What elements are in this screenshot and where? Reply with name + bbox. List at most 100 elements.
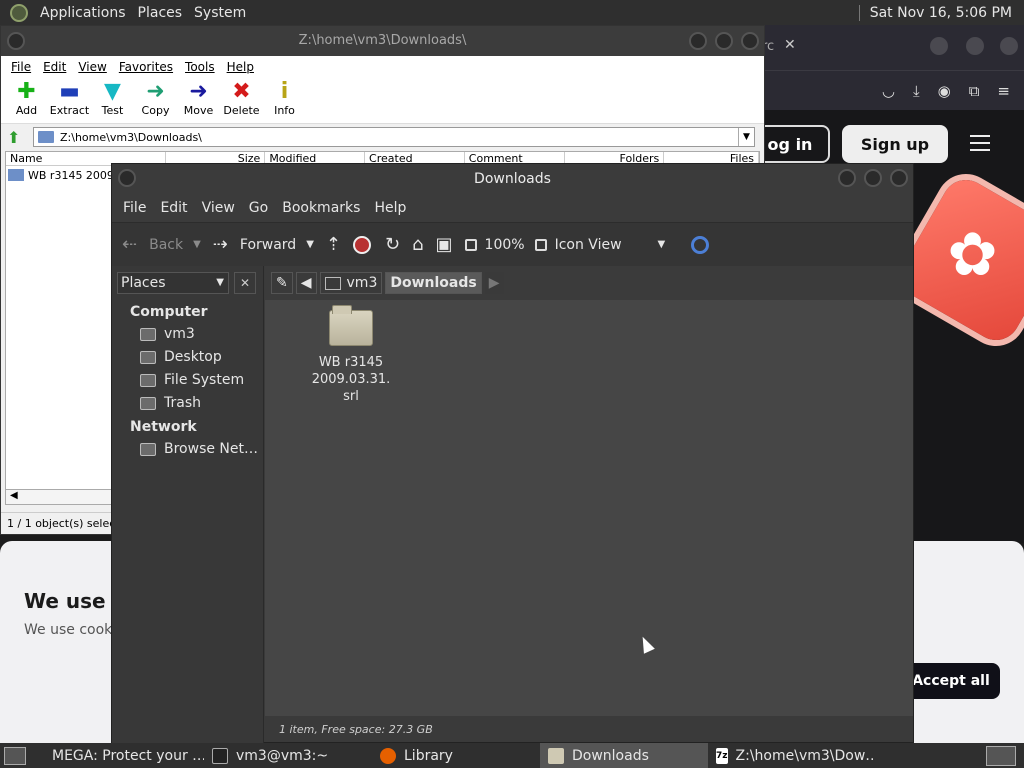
file-view[interactable]: ✎ ◀ vm3 Downloads ▶ WB r3145 2009.03.31.… [265, 266, 913, 716]
places-menu[interactable]: Places [132, 5, 189, 21]
task-terminal[interactable]: vm3@vm3:~ [204, 743, 372, 768]
file-manager-titlebar[interactable]: Downloads [112, 164, 913, 194]
test-button[interactable]: ▼ Test [91, 78, 134, 118]
minimize-icon[interactable] [930, 37, 948, 55]
horizontal-scrollbar[interactable]: ◀ [5, 489, 115, 505]
back-button[interactable]: Back [149, 237, 183, 253]
menu-bookmarks[interactable]: Bookmarks [275, 200, 367, 216]
chevron-down-icon[interactable]: ▼ [738, 128, 754, 146]
workspace-icon[interactable] [986, 745, 1016, 766]
clock[interactable]: Sat Nov 16, 5:06 PM [870, 5, 1024, 21]
site-menu-icon[interactable] [970, 135, 990, 151]
computer-icon[interactable]: ▣ [436, 234, 453, 255]
extract-button[interactable]: ▬ Extract [48, 78, 91, 118]
info-icon: i [280, 79, 289, 104]
maximize-icon[interactable] [715, 32, 733, 50]
menu-edit[interactable]: Edit [153, 200, 194, 216]
home-folder-icon [140, 327, 156, 341]
back-arrow-icon[interactable]: ⇠ [122, 234, 137, 255]
menu-view[interactable]: View [72, 60, 112, 74]
folder-icon [329, 305, 373, 346]
sevenzip-titlebar[interactable]: Z:\home\vm3\Downloads\ [1, 26, 764, 56]
close-icon[interactable] [1000, 37, 1018, 55]
view-mode-select[interactable]: Icon View [555, 237, 622, 253]
menu-icon[interactable]: ≡ [997, 82, 1010, 100]
up-folder-icon[interactable]: ⬆ [7, 128, 33, 147]
close-icon[interactable] [741, 32, 759, 50]
sidebar-item-trash[interactable]: Trash [140, 395, 201, 411]
forward-arrow-icon[interactable]: ⇢ [213, 234, 228, 255]
path-right-chevron-icon[interactable]: ▶ [484, 272, 504, 294]
add-button[interactable]: ✚ Add [5, 78, 48, 118]
task-mega[interactable]: MEGA: Protect your … [36, 743, 204, 768]
task-library[interactable]: Library [372, 743, 540, 768]
view-mode-chevron-icon[interactable]: ▼ [658, 239, 666, 250]
stop-icon[interactable] [353, 235, 371, 254]
reload-icon[interactable]: ↻ [385, 234, 400, 255]
forward-history-chevron-icon[interactable]: ▼ [306, 239, 314, 250]
sidebar-item-file-system[interactable]: File System [140, 372, 244, 388]
minimize-icon[interactable] [838, 169, 856, 187]
path-combobox[interactable]: Z:\home\vm3\Downloads\ ▼ [33, 127, 755, 147]
chevron-down-icon: ▼ [216, 277, 224, 288]
tab-close-icon[interactable]: ✕ [784, 37, 796, 53]
back-history-chevron-icon[interactable]: ▼ [193, 239, 201, 250]
show-desktop-icon[interactable] [4, 746, 26, 765]
menu-favorites[interactable]: Favorites [113, 60, 179, 74]
edit-location-icon[interactable]: ✎ [271, 272, 293, 294]
pocket-icon[interactable]: ◡ [882, 82, 895, 100]
forward-button[interactable]: Forward [240, 237, 296, 253]
window-title: Downloads [474, 171, 551, 187]
menu-file[interactable]: File [116, 200, 153, 216]
home-icon [324, 276, 341, 290]
path-button-downloads[interactable]: Downloads [385, 272, 482, 294]
cookie-title: We use c [24, 589, 125, 613]
menu-file[interactable]: File [5, 60, 37, 74]
zoom-out-icon[interactable] [464, 238, 477, 251]
sidebar-item-browse-network[interactable]: Browse Net… [140, 441, 258, 457]
applications-menu[interactable]: Applications [34, 5, 132, 21]
menu-go[interactable]: Go [242, 200, 275, 216]
menu-tools[interactable]: Tools [179, 60, 221, 74]
drive-icon [140, 373, 156, 387]
minimize-icon[interactable] [689, 32, 707, 50]
move-button[interactable]: ➜ Move [177, 78, 220, 118]
accept-all-button[interactable]: Accept all [902, 663, 1000, 699]
system-menu[interactable]: System [188, 5, 252, 21]
zoom-level[interactable]: 100% [485, 237, 525, 253]
sidebar-item-vm3[interactable]: vm3 [140, 326, 195, 342]
download-icon[interactable]: ⤓ [913, 82, 920, 100]
signup-button[interactable]: Sign up [842, 125, 948, 163]
path-left-chevron-icon[interactable]: ◀ [295, 272, 317, 294]
sidebar-section-computer: Computer [130, 304, 208, 320]
home-icon[interactable]: ⌂ [412, 234, 423, 255]
account-icon[interactable]: ◉ [938, 82, 951, 100]
close-icon[interactable] [890, 169, 908, 187]
menu-edit[interactable]: Edit [37, 60, 72, 74]
distro-logo-icon[interactable] [10, 3, 28, 22]
sidebar-item-desktop[interactable]: Desktop [140, 349, 222, 365]
sidebar-selector[interactable]: Places ▼ [117, 272, 229, 294]
window-menu-icon[interactable] [7, 32, 25, 50]
task-7zip[interactable]: 7z Z:\home\vm3\Dow… [708, 743, 876, 768]
path-button-vm3[interactable]: vm3 [319, 272, 383, 294]
maximize-icon[interactable] [966, 37, 984, 55]
menu-help[interactable]: Help [221, 60, 260, 74]
delete-button[interactable]: ✖ Delete [220, 78, 263, 118]
file-name-ext: srl [343, 389, 359, 404]
zoom-in-icon[interactable] [534, 238, 547, 251]
copy-button[interactable]: ➜ Copy [134, 78, 177, 118]
up-icon[interactable]: ⇡ [326, 234, 341, 255]
window-menu-icon[interactable] [118, 169, 136, 187]
sevenzip-addressbar: ⬆ Z:\home\vm3\Downloads\ ▼ [1, 124, 764, 150]
info-button[interactable]: i Info [263, 78, 306, 118]
menu-view[interactable]: View [195, 200, 242, 216]
file-item[interactable]: WB r3145 2009.03.31. srl [281, 305, 421, 405]
menu-help[interactable]: Help [367, 200, 413, 216]
sidebar-close-icon[interactable]: ✕ [234, 272, 256, 294]
extensions-icon[interactable]: ⧉ [969, 82, 980, 100]
sevenzip-menubar: File Edit View Favorites Tools Help [1, 56, 764, 78]
task-downloads[interactable]: Downloads [540, 743, 708, 768]
search-icon[interactable] [691, 235, 710, 254]
maximize-icon[interactable] [864, 169, 882, 187]
